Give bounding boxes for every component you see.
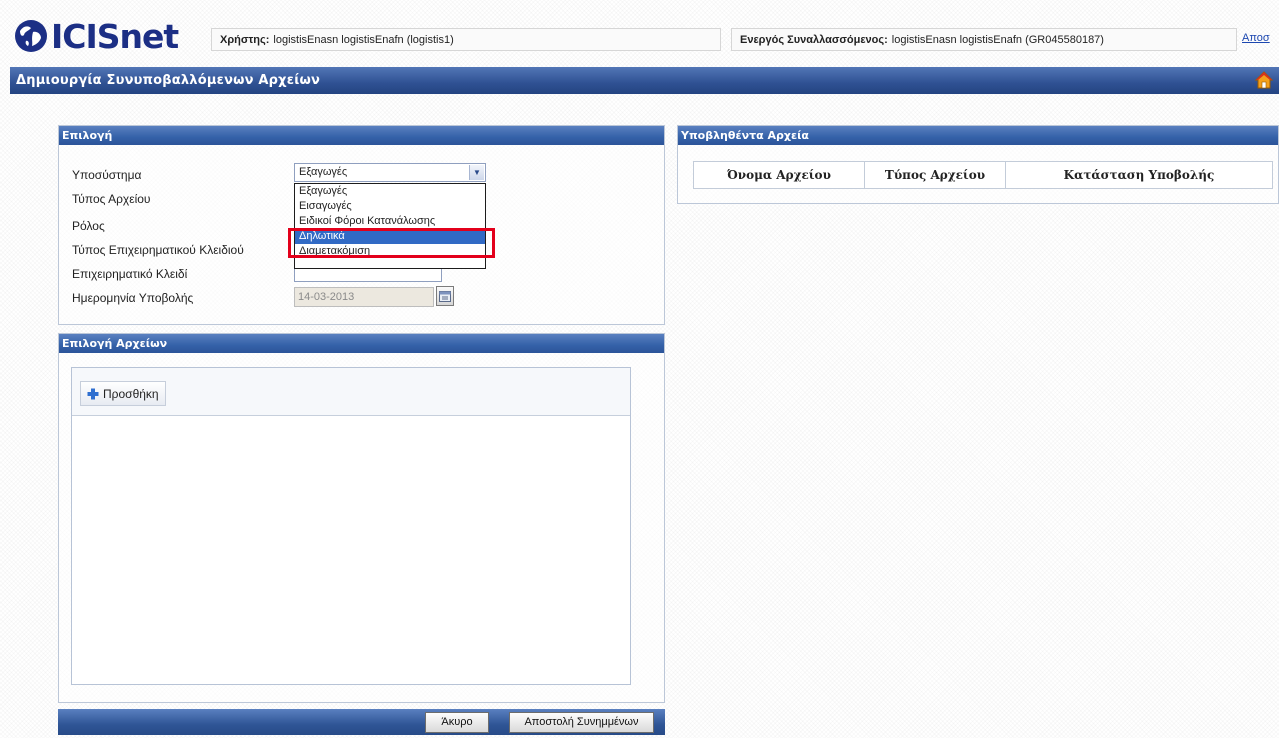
logo-text: ICISnet [51, 16, 179, 56]
files-panel-title: Επιλογή Αρχείων [59, 334, 664, 353]
user-label: Χρήστης: [220, 33, 270, 46]
table-header-row: Όνομα Αρχείου Τύπος Αρχείου Κατάσταση Υπ… [693, 161, 1273, 189]
subsystem-select[interactable]: Εξαγωγές ▼ [294, 163, 486, 182]
column-header-file-name[interactable]: Όνομα Αρχείου [693, 161, 865, 189]
submitted-files-table: Όνομα Αρχείου Τύπος Αρχείου Κατάσταση Υπ… [693, 161, 1273, 189]
logout-link[interactable]: Αποσ [1242, 32, 1270, 44]
submission-date-label: Ημερομηνία Υποβολής [72, 291, 194, 305]
file-type-label: Τύπος Αρχείου [72, 192, 151, 206]
subsystem-selected-value: Εξαγωγές [299, 166, 348, 178]
user-info-box: Χρήστης: logistisEnasn logistisEnafn (lo… [211, 28, 721, 51]
upload-area[interactable]: Προσθήκη [71, 367, 631, 685]
dropdown-option-imports[interactable]: Εισαγωγές [295, 199, 485, 214]
column-header-submission-status[interactable]: Κατάσταση Υποβολής [1005, 161, 1273, 189]
page-title: Δημιουργία Συνυποβαλλόμενων Αρχείων [16, 73, 321, 88]
partner-info-box: Ενεργός Συναλλασσόμενος: logistisEnasn l… [731, 28, 1237, 51]
icisnet-logo: ICISnet [14, 16, 179, 56]
title-bar: Δημιουργία Συνυποβαλλόμενων Αρχείων [10, 67, 1279, 94]
column-header-file-type[interactable]: Τύπος Αρχείου [864, 161, 1006, 189]
partner-label: Ενεργός Συναλλασσόμενος: [740, 33, 888, 46]
subsystem-label: Υποσύστημα [72, 168, 142, 182]
business-key-label: Επιχειρηματικό Κλειδί [72, 267, 188, 281]
add-file-label: Προσθήκη [103, 386, 159, 401]
partner-value: logistisEnasn logistisEnafn (GR045580187… [891, 33, 1104, 46]
calendar-icon [439, 291, 451, 302]
calendar-button[interactable] [436, 286, 454, 306]
home-icon[interactable] [1254, 71, 1274, 92]
send-attachments-button[interactable]: Αποστολή Συνημμένων [509, 712, 654, 733]
user-value: logistisEnasn logistisEnafn (logistis1) [273, 33, 454, 46]
role-label: Ρόλος [72, 219, 105, 233]
dropdown-option-excise[interactable]: Ειδικοί Φόροι Κατανάλωσης [295, 214, 485, 229]
submitted-files-panel: Υποβληθέντα Αρχεία Όνομα Αρχείου Τύπος Α… [677, 125, 1279, 204]
selection-panel-title: Επιλογή [59, 126, 664, 145]
dropdown-option-exports[interactable]: Εξαγωγές [295, 184, 485, 199]
submitted-files-panel-title: Υποβληθέντα Αρχεία [678, 126, 1278, 145]
upload-toolbar: Προσθήκη [72, 368, 630, 416]
business-key-type-label: Τύπος Επιχειρηματικού Κλειδιού [72, 243, 244, 257]
globe-icon [15, 20, 47, 52]
cancel-button[interactable]: Άκυρο [425, 712, 489, 733]
plus-icon [87, 388, 99, 399]
chevron-down-icon[interactable]: ▼ [469, 165, 484, 180]
add-file-button[interactable]: Προσθήκη [80, 381, 166, 406]
submission-date-input[interactable]: 14-03-2013 [294, 287, 434, 307]
highlight-box [288, 228, 495, 258]
action-bar: Άκυρο Αποστολή Συνημμένων [58, 709, 665, 735]
